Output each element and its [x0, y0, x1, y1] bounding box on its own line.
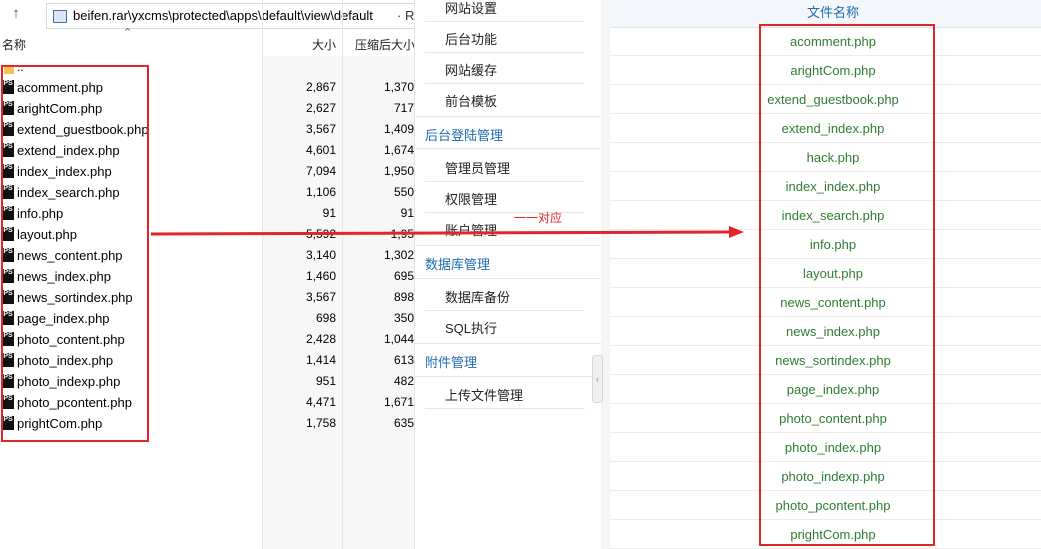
annotation-arrow [150, 226, 744, 238]
arrow-head-icon [729, 226, 744, 238]
annotation-label: 一一对应 [514, 211, 563, 225]
arrow-line [150, 230, 731, 236]
